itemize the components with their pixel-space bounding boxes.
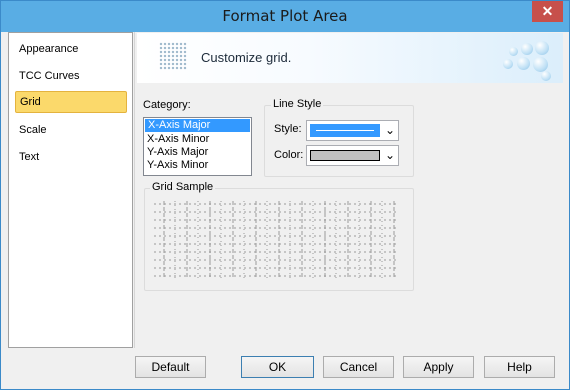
style-dropdown[interactable]: ⌄ (306, 120, 399, 141)
help-button[interactable]: Help (484, 356, 555, 378)
color-dropdown[interactable]: ⌄ (306, 145, 399, 166)
dot-pattern-icon (159, 42, 187, 70)
line-style-group: Line Style (264, 98, 414, 177)
style-label: Style: (274, 123, 302, 135)
bubble-icon (517, 57, 530, 70)
color-swatch (310, 150, 380, 161)
format-plot-area-dialog: Format Plot Area ✕ Appearance TCC Curves… (0, 0, 570, 390)
category-label: Category: (143, 99, 191, 111)
category-item-x-axis-major[interactable]: X-Axis Major (145, 119, 250, 132)
sidebar-item-text[interactable]: Text (15, 146, 127, 168)
sidebar-item-appearance[interactable]: Appearance (15, 38, 127, 60)
category-listbox[interactable]: X-Axis Major X-Axis Minor Y-Axis Major Y… (143, 117, 252, 176)
apply-button[interactable]: Apply (403, 356, 474, 378)
line-style-group-title: Line Style (271, 98, 324, 110)
bubble-icon (535, 41, 549, 55)
cancel-button[interactable]: Cancel (323, 356, 394, 378)
category-item-y-axis-minor[interactable]: Y-Axis Minor (144, 159, 251, 172)
category-item-y-axis-major[interactable]: Y-Axis Major (144, 146, 251, 159)
bubble-icon (503, 59, 513, 69)
grid-sample-preview (154, 201, 399, 279)
grid-sample-title: Grid Sample (150, 181, 216, 193)
ok-button[interactable]: OK (241, 356, 314, 378)
bubble-icon (509, 47, 518, 56)
bubble-icon (521, 43, 533, 55)
sidebar-item-tcc-curves[interactable]: TCC Curves (15, 65, 127, 87)
sidebar-item-scale[interactable]: Scale (15, 119, 127, 141)
close-button[interactable]: ✕ (532, 1, 563, 22)
sidebar: Appearance TCC Curves Grid Scale Text (8, 32, 133, 348)
header-banner: Customize grid. (137, 33, 563, 83)
bubble-icon (533, 57, 548, 72)
chevron-down-icon: ⌄ (384, 148, 395, 162)
window-title: Format Plot Area (222, 7, 348, 25)
color-label: Color: (274, 149, 304, 161)
category-item-x-axis-minor[interactable]: X-Axis Minor (144, 133, 251, 146)
line-style-swatch (310, 124, 380, 137)
bubble-icon (541, 71, 551, 81)
sidebar-item-grid[interactable]: Grid (15, 91, 127, 113)
chevron-down-icon: ⌄ (384, 123, 395, 137)
title-bar[interactable]: Format Plot Area ✕ (1, 1, 569, 32)
default-button[interactable]: Default (135, 356, 206, 378)
banner-text: Customize grid. (201, 50, 292, 65)
